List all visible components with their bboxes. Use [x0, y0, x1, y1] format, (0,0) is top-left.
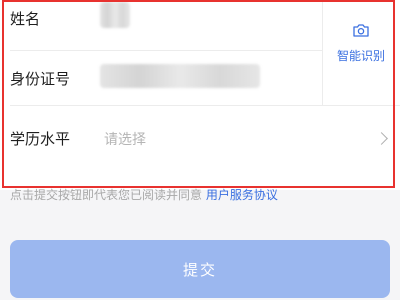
smart-recognize-button[interactable]: 智能识别: [322, 22, 400, 74]
id-number-row: 身份证号: [0, 50, 322, 110]
education-select[interactable]: 请选择: [104, 129, 146, 149]
name-value-redacted[interactable]: [100, 2, 130, 28]
education-label: 学历水平: [10, 130, 71, 148]
smart-recognize-label: 智能识别: [336, 49, 385, 63]
id-number-value-redacted[interactable]: [100, 64, 260, 88]
user-agreement-link[interactable]: 用户服务协议: [206, 188, 278, 202]
submit-button[interactable]: 提交: [10, 240, 390, 298]
name-row: 姓名: [0, 0, 322, 40]
agreement-text: 点击提交按钮即代表您已阅读并同意 用户服务协议: [10, 186, 278, 203]
education-row[interactable]: 学历水平 请选择: [0, 108, 400, 168]
id-number-label: 身份证号: [10, 70, 71, 88]
divider: [10, 105, 400, 106]
camera-icon: [353, 22, 369, 41]
agreement-prefix: 点击提交按钮即代表您已阅读并同意: [10, 188, 203, 202]
name-label: 姓名: [10, 10, 41, 28]
form-card: 姓名 身份证号 智能识别 学历水平 请选择: [0, 0, 400, 190]
chevron-right-icon: [375, 132, 388, 145]
